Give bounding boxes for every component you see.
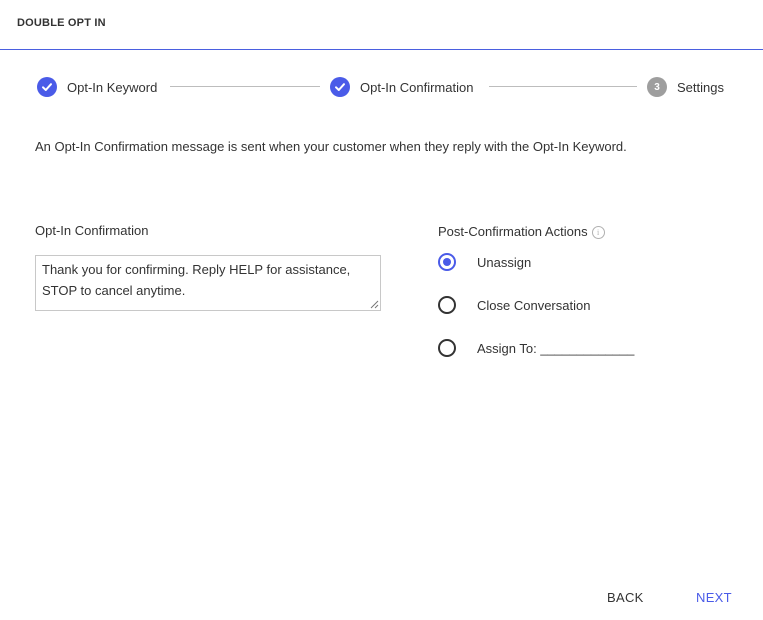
radio-label: Unassign [477, 254, 532, 270]
info-icon[interactable]: i [591, 226, 605, 240]
stepper: Opt-In Keyword Opt-In Confirmation 3 Set… [0, 75, 763, 99]
radio-button[interactable] [438, 253, 456, 271]
confirmation-message-textarea[interactable]: Thank you for confirming. Reply HELP for… [35, 255, 381, 311]
check-icon [330, 77, 350, 97]
post-confirmation-label: Post-Confirmation Actions [438, 224, 588, 239]
radio-option-unassign[interactable]: Unassign [438, 251, 531, 273]
resize-handle-icon[interactable] [370, 300, 379, 309]
modal-header: DOUBLE OPT IN [0, 0, 763, 50]
intro-text: An Opt-In Confirmation message is sent w… [35, 139, 627, 154]
step-opt-in-confirmation[interactable]: Opt-In Confirmation [330, 75, 473, 99]
step-settings[interactable]: 3 Settings [647, 75, 724, 99]
step-connector [170, 86, 320, 87]
modal-title: DOUBLE OPT IN [17, 17, 106, 29]
step-connector [489, 86, 637, 87]
check-icon [37, 77, 57, 97]
back-button[interactable]: BACK [607, 590, 644, 605]
radio-button[interactable] [438, 296, 456, 314]
post-confirmation-header: Post-Confirmation Actions i [438, 224, 605, 240]
step-opt-in-keyword[interactable]: Opt-In Keyword [37, 75, 157, 99]
radio-button[interactable] [438, 339, 456, 357]
radio-option-assign-to[interactable]: Assign To: _____________ [438, 337, 634, 359]
radio-option-close-conversation[interactable]: Close Conversation [438, 294, 590, 316]
confirmation-label: Opt-In Confirmation [35, 223, 149, 238]
step-label: Settings [677, 79, 724, 95]
radio-label: Assign To: _____________ [477, 340, 635, 356]
step-label: Opt-In Confirmation [360, 79, 474, 95]
next-button[interactable]: NEXT [696, 590, 732, 605]
step-label: Opt-In Keyword [67, 79, 158, 95]
radio-label: Close Conversation [477, 297, 591, 313]
step-number-badge: 3 [647, 77, 667, 97]
